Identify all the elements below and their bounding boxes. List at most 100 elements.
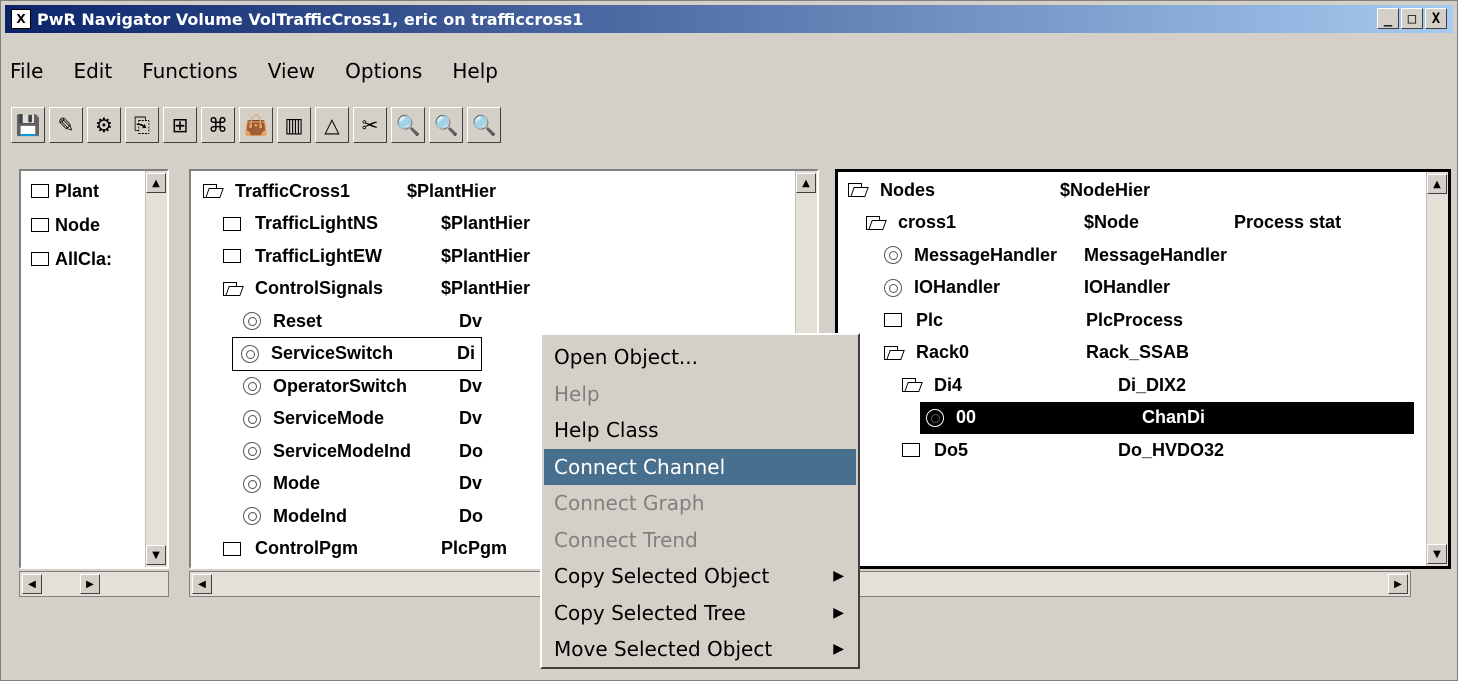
- scroll-up-button[interactable]: ▲: [146, 173, 166, 193]
- scroll-down-button[interactable]: ▼: [1427, 544, 1447, 564]
- menu-item-label: Help: [554, 381, 600, 406]
- object-class: Dv: [459, 310, 483, 331]
- node-row[interactable]: 00 ChanDi: [920, 401, 1414, 434]
- menu-view[interactable]: View: [263, 59, 320, 83]
- scroll-left-button[interactable]: ◀: [22, 574, 42, 594]
- save-button[interactable]: 💾: [11, 107, 45, 143]
- left-vertical-scrollbar[interactable]: ▲ ▼: [145, 171, 167, 567]
- object-name: Mode: [273, 473, 320, 493]
- tools-button[interactable]: ✂: [353, 107, 387, 143]
- menu-item-copy-selected-object[interactable]: Copy Selected Object ▶: [544, 558, 856, 594]
- tree-item[interactable]: Node: [31, 209, 100, 241]
- menu-item-label: Connect Channel: [554, 454, 726, 479]
- warning-icon: △: [324, 113, 340, 137]
- scroll-down-button[interactable]: ▼: [146, 545, 166, 565]
- menu-item-help-class[interactable]: Help Class: [544, 412, 856, 448]
- object-class: $PlantHier: [441, 213, 531, 233]
- left-horizontal-scrollbar[interactable]: ◀ ▶: [19, 571, 169, 597]
- menu-item-label: Copy Selected Object: [554, 564, 770, 588]
- menu-file[interactable]: File: [5, 59, 48, 83]
- zoom-reset-button[interactable]: 🔍: [467, 107, 501, 143]
- gear-button[interactable]: ⚙: [87, 107, 121, 143]
- tree-row[interactable]: TrafficCross1 $PlantHier: [203, 175, 496, 207]
- node-row[interactable]: Rack0 Rack_SSAB: [884, 337, 1236, 369]
- zoom-in-button[interactable]: 🔍: [391, 107, 425, 143]
- scroll-right-button[interactable]: ▶: [1388, 574, 1408, 594]
- menu-item-label: Open Object...: [554, 345, 698, 369]
- object-icon: [884, 278, 902, 297]
- tree-row[interactable]: Reset Dv: [243, 305, 482, 337]
- node-status: Process stat: [1234, 212, 1342, 232]
- plc-button[interactable]: ⌘: [201, 107, 235, 143]
- edit-button[interactable]: ✎: [49, 107, 83, 143]
- zoom-button[interactable]: 🔍: [429, 107, 463, 143]
- tree-item[interactable]: AllCla:: [31, 243, 112, 275]
- node-name: 00: [956, 407, 977, 427]
- object-icon: [243, 507, 261, 525]
- left-tree-pane: Plant Node AllCla: ▲ ▼: [19, 169, 169, 569]
- scroll-left-button[interactable]: ◀: [192, 574, 212, 594]
- tree-row[interactable]: TrafficLightEW $PlantHier: [223, 240, 530, 272]
- navigator-button[interactable]: ⎘: [125, 107, 159, 143]
- tree-row[interactable]: ModeInd Do: [243, 500, 483, 532]
- node-name: Do5: [934, 439, 969, 460]
- object-icon: [241, 344, 259, 363]
- tree-row[interactable]: ControlSignals $PlantHier: [223, 273, 530, 305]
- tree-item-label: Node: [55, 214, 100, 235]
- context-menu: Open Object... Help Help Class Connect Chan…: [540, 333, 860, 669]
- node-row[interactable]: Plc PlcProcess: [884, 304, 1236, 336]
- menu-help[interactable]: Help: [447, 59, 503, 83]
- node-row[interactable]: Di4 Di_DIX2: [902, 369, 1268, 401]
- node-row[interactable]: IOHandler IOHandler: [884, 272, 1234, 304]
- menu-item-connect-graph: Connect Graph: [544, 485, 856, 521]
- node-row[interactable]: cross1 $Node Process stat: [866, 207, 1341, 239]
- tree-row[interactable]: ServiceMode Dv: [243, 403, 482, 435]
- scroll-right-button[interactable]: ▶: [80, 574, 100, 594]
- split-icon: ▥: [284, 113, 304, 137]
- object-name: ControlPgm: [255, 538, 358, 558]
- menu-edit[interactable]: Edit: [68, 59, 117, 83]
- menu-item-connect-channel[interactable]: Connect Channel: [544, 448, 856, 485]
- node-vertical-scrollbar[interactable]: ▲ ▼: [1426, 172, 1448, 566]
- menu-item-copy-selected-tree[interactable]: Copy Selected Tree ▶: [544, 595, 856, 631]
- zoom-icon: 🔍: [433, 113, 459, 137]
- bag-button[interactable]: 👜: [239, 107, 273, 143]
- object-name: ServiceModeInd: [273, 440, 412, 461]
- title-bar[interactable]: X PwR Navigator Volume VolTrafficCross1,…: [5, 5, 1453, 33]
- scroll-up-button[interactable]: ▲: [1427, 174, 1447, 194]
- tools-icon: ✂: [361, 113, 379, 137]
- menu-item-label: Copy Selected Tree: [554, 600, 746, 625]
- window-title: PwR Navigator Volume VolTrafficCross1, e…: [37, 9, 584, 29]
- menu-options[interactable]: Options: [340, 59, 427, 83]
- hierarchy-button[interactable]: ⊞: [163, 107, 197, 143]
- node-tree-pane: Nodes $NodeHier cross1 $Node Process stat Mes…: [835, 169, 1451, 569]
- tree-row[interactable]: ServiceSwitch Di: [232, 336, 482, 371]
- split-button[interactable]: ▥: [277, 107, 311, 143]
- folder-icon: [223, 216, 241, 231]
- menu-item-move-selected-object[interactable]: Move Selected Object ▶: [544, 631, 856, 667]
- node-horizontal-scrollbar[interactable]: ▶: [859, 571, 1411, 597]
- node-row[interactable]: MessageHandler MessageHandler: [884, 239, 1234, 271]
- minimize-button[interactable]: _: [1377, 8, 1399, 29]
- menu-functions[interactable]: Functions: [137, 59, 243, 83]
- folder-icon: [31, 252, 49, 266]
- close-button[interactable]: X: [1425, 8, 1447, 29]
- tree-row[interactable]: ServiceModeInd Do: [243, 435, 483, 467]
- object-class: Dv: [459, 375, 483, 396]
- hierarchy-icon: ⊞: [171, 113, 189, 137]
- menu-item-open-object[interactable]: Open Object...: [544, 339, 856, 375]
- node-row[interactable]: Do5 Do_HVDO32: [902, 434, 1268, 466]
- object-icon: [243, 442, 261, 460]
- scroll-up-button[interactable]: ▲: [796, 173, 816, 193]
- tree-item-label: Plant: [55, 180, 100, 201]
- tree-row[interactable]: Mode Dv: [243, 468, 482, 500]
- maximize-button[interactable]: □: [1401, 8, 1423, 29]
- node-row[interactable]: Nodes $NodeHier: [848, 174, 1210, 206]
- tree-row[interactable]: OperatorSwitch Dv: [243, 370, 482, 402]
- node-class: PlcProcess: [1086, 309, 1184, 330]
- tree-row[interactable]: TrafficLightNS $PlantHier: [223, 208, 530, 240]
- tree-item[interactable]: Plant: [31, 175, 99, 207]
- warning-button[interactable]: △: [315, 107, 349, 143]
- menu-item-help: Help: [544, 376, 856, 412]
- tree-row[interactable]: ControlPgm PlcPgm: [223, 533, 507, 565]
